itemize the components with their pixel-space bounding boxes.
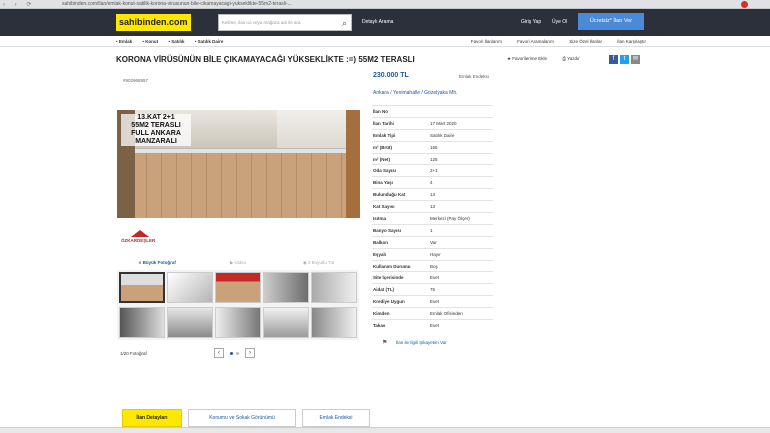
location-breadcrumb: Ankara / Yenimahalle / Gözelyaka Mh.: [373, 90, 458, 96]
user-links: Favori İlanlarım Favori Aramalarım Size …: [457, 39, 646, 44]
favorite-button[interactable]: ★ Favorilerime Ekle: [507, 56, 554, 61]
table-row: Banyo Sayısı 1: [372, 223, 493, 236]
table-row: Aidat (TL) 75: [372, 283, 493, 295]
table-row: m² (Brüt) 165: [372, 140, 493, 153]
free-ad-button[interactable]: Ücretsiz* İlan Ver: [578, 13, 644, 30]
tab-3d-tour[interactable]: ◉ 3 Boyutlu Tur: [278, 258, 359, 268]
breadcrumb-item[interactable]: • Emlak: [116, 39, 132, 44]
compare-ads-link[interactable]: İlan Karşılaştır: [617, 39, 646, 44]
table-row: Kimden Emlak Ofisinden: [372, 307, 493, 319]
banner-line: FULL ANKARA: [131, 130, 181, 137]
thumbnail[interactable]: [167, 307, 213, 338]
twitter-icon[interactable]: t: [620, 55, 629, 64]
photo-tabs: ⌕ Büyük Fotoğraf ▶ Video ◉ 3 Boyutlu Tur: [117, 258, 359, 268]
tab-ad-details[interactable]: İlan Detayları: [122, 409, 182, 427]
thumbnail[interactable]: [119, 272, 165, 303]
address-bar[interactable]: sahibinden.com/ilan/emlak-konut-satilik-…: [62, 1, 292, 7]
breadcrumb-item[interactable]: • Konut: [142, 39, 158, 44]
page-dot[interactable]: [230, 352, 233, 355]
flag-icon: ⚑: [382, 340, 388, 346]
table-row: Bulunduğu Kat 13: [372, 188, 493, 200]
tab-location[interactable]: Konumu ve Sokak Görünümü: [188, 409, 296, 427]
thumbnail[interactable]: [215, 307, 261, 338]
favorite-ads-link[interactable]: Favori İlanlarım: [471, 39, 502, 44]
listing-actions: ★ Favorilerime Ekle ⎙ Yazdır: [507, 56, 594, 62]
favorite-searches-link[interactable]: Favori Aramalarım: [517, 39, 554, 44]
complaint-link[interactable]: İlan ile İlgili Şikayetim Var: [396, 340, 447, 345]
agency-name: ÖZKARDEŞLER: [121, 238, 156, 243]
thumbnail-gallery: [117, 270, 359, 340]
main-photo[interactable]: 13.KAT 2+1 55M2 TERASLI FULL ANKARA MANZ…: [117, 110, 360, 218]
sub-navigation: • Emlak • Konut • Satılık • Satılık Dair…: [0, 36, 770, 47]
tab-video[interactable]: ▶ Video: [198, 258, 279, 268]
banner-line: 13.KAT 2+1: [137, 114, 175, 121]
table-row: Emlak Tipi Satılık Daire: [372, 128, 493, 141]
photo-counter: 1/20 Fotoğraf: [120, 351, 147, 356]
table-row: Krediye Uygun Evet: [372, 295, 493, 307]
advanced-search-link[interactable]: Detaylı Arama: [362, 19, 393, 25]
browser-bar: ‹ › ⟳ sahibinden.com/ilan/emlak-konut-sa…: [0, 0, 770, 9]
table-row: Balkon Var: [372, 235, 493, 248]
ad-code: #902968957: [123, 78, 149, 83]
search-box[interactable]: Kelime, ilan no veya mağaza adı ile ara …: [218, 14, 352, 31]
tab-big-photo[interactable]: ⌕ Büyük Fotoğraf: [117, 258, 198, 268]
agency-logo[interactable]: ÖZKARDEŞLER: [121, 230, 161, 247]
emlak-endeksi-link[interactable]: Emlak Endeksi: [459, 74, 489, 79]
table-row: Kat Sayısı 13: [372, 200, 493, 212]
page-title: KORONA VİRÜSÜNÜN BİLE ÇIKAMAYACAĞI YÜKSE…: [116, 55, 415, 64]
next-button[interactable]: ›: [245, 348, 255, 358]
details-table: İlan No İlan Tarihi 17 Mart 2020 Emlak Ti…: [372, 105, 493, 331]
login-link[interactable]: Giriş Yap: [521, 19, 541, 25]
thumbnail[interactable]: [263, 307, 309, 338]
browser-nav-icons[interactable]: ‹ › ⟳: [3, 1, 35, 8]
thumbnail[interactable]: [263, 272, 309, 303]
print-button[interactable]: ⎙ Yazdır: [562, 56, 586, 61]
location-city[interactable]: Ankara: [373, 90, 389, 96]
banner-line: 55M2 TERASLI: [131, 122, 181, 129]
special-ads-link[interactable]: Size Özel İlanlar: [569, 39, 602, 44]
location-neighborhood[interactable]: Gözelyaka Mh.: [424, 90, 457, 96]
thumbnail[interactable]: [215, 272, 261, 303]
mail-icon[interactable]: ✉: [631, 55, 640, 64]
breadcrumb-item[interactable]: • Satılık: [168, 39, 184, 44]
page-dot[interactable]: [236, 352, 239, 355]
search-input[interactable]: Kelime, ilan no veya mağaza adı ile ara: [222, 20, 301, 25]
status-bar: [0, 427, 770, 433]
photo-banner-text: 13.KAT 2+1 55M2 TERASLI FULL ANKARA MANZ…: [121, 114, 191, 146]
table-row: m² (Net) 125: [372, 152, 493, 165]
table-row: Kullanım Durumu Boş: [372, 259, 493, 272]
record-icon[interactable]: [741, 1, 748, 8]
table-row: Isıtma Merkezi (Pay Ölçer): [372, 212, 493, 224]
facebook-icon[interactable]: f: [609, 55, 618, 64]
thumbnail[interactable]: [311, 272, 357, 303]
thumbnail[interactable]: [167, 272, 213, 303]
thumbnail[interactable]: [119, 307, 165, 338]
table-row: Oda Sayısı 2+1: [372, 164, 493, 176]
house-icon: [131, 230, 149, 237]
table-row: Site İçerisinde Evet: [372, 271, 493, 283]
social-share: f t ✉: [609, 55, 642, 64]
prev-button[interactable]: ‹: [214, 348, 224, 358]
table-row: Takas Evet: [372, 319, 493, 331]
table-row: İlan Tarihi 17 Mart 2020: [372, 116, 493, 129]
table-row: Eşyalı Hayır: [372, 247, 493, 260]
signup-link[interactable]: Üye Ol: [552, 19, 567, 25]
breadcrumb: • Emlak • Konut • Satılık • Satılık Dair…: [116, 39, 232, 44]
site-header: sahibinden.com Kelime, ilan no veya mağa…: [0, 9, 770, 36]
tab-emlak-endeksi[interactable]: Emlak Endeksi: [302, 409, 370, 427]
banner-line: MANZARALI: [135, 138, 177, 145]
location-district[interactable]: Yenimahalle: [393, 90, 420, 96]
price: 230.000 TL: [373, 72, 409, 79]
breadcrumb-item[interactable]: • Satılık Daire: [195, 39, 224, 44]
site-logo[interactable]: sahibinden.com: [116, 14, 191, 31]
search-icon[interactable]: ⌕: [342, 18, 347, 29]
thumbnail[interactable]: [311, 307, 357, 338]
table-row: İlan No: [372, 105, 493, 117]
table-row: Bina Yaşı 4: [372, 176, 493, 188]
